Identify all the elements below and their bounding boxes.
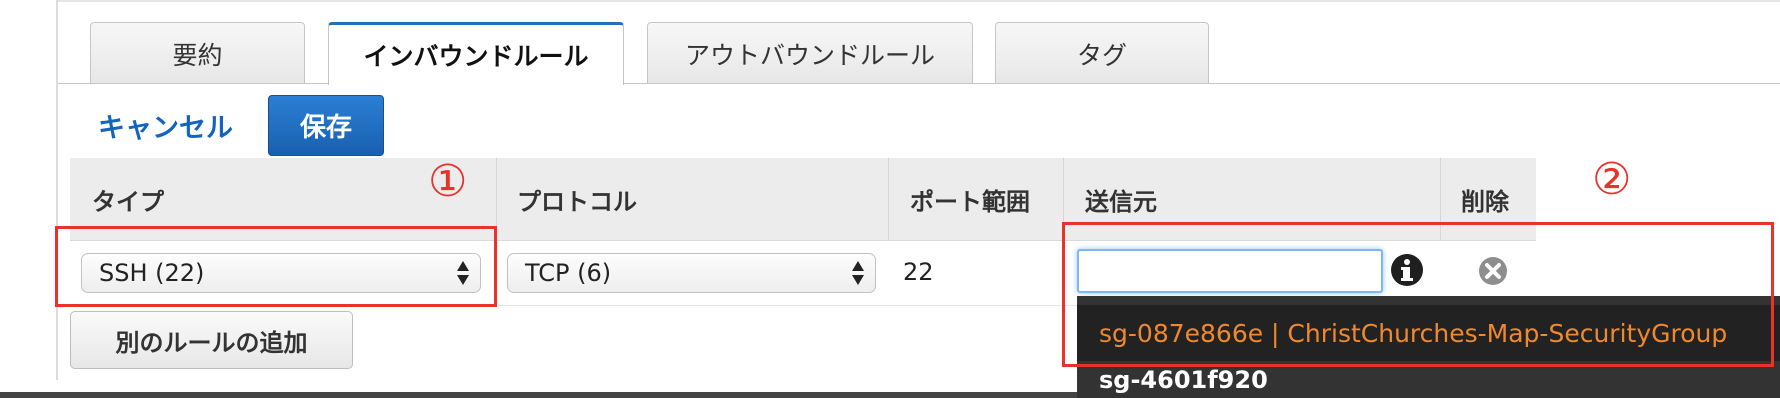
dropdown-item[interactable]: sg-4601f920	[1099, 366, 1268, 394]
protocol-select[interactable]: TCP (6)	[507, 253, 876, 293]
tab-outbound-rules[interactable]: アウトバウンドルール	[647, 22, 973, 84]
page-left-border	[0, 0, 58, 380]
tab-inbound-rules[interactable]: インバウンドルール	[328, 22, 624, 85]
top-divider	[58, 0, 1780, 2]
select-arrows-icon	[852, 261, 864, 285]
annotation-box-one	[55, 226, 497, 307]
header-port-range: ポート範囲	[889, 158, 1063, 240]
protocol-select-value: TCP (6)	[525, 259, 612, 287]
annotation-two: ②	[1592, 154, 1632, 205]
cancel-link[interactable]: キャンセル	[98, 106, 233, 145]
tab-tags[interactable]: タグ	[995, 22, 1209, 84]
port-range-value: 22	[903, 258, 934, 286]
annotation-box-two	[1062, 222, 1774, 367]
header-protocol: プロトコル	[497, 158, 888, 240]
tabs-baseline	[58, 83, 1780, 84]
bottom-bar	[0, 392, 1077, 398]
tab-summary[interactable]: 要約	[90, 22, 305, 84]
add-rule-button[interactable]: 別のルールの追加	[70, 311, 353, 369]
save-button[interactable]: 保存	[268, 95, 384, 156]
annotation-one: ①	[428, 156, 468, 207]
